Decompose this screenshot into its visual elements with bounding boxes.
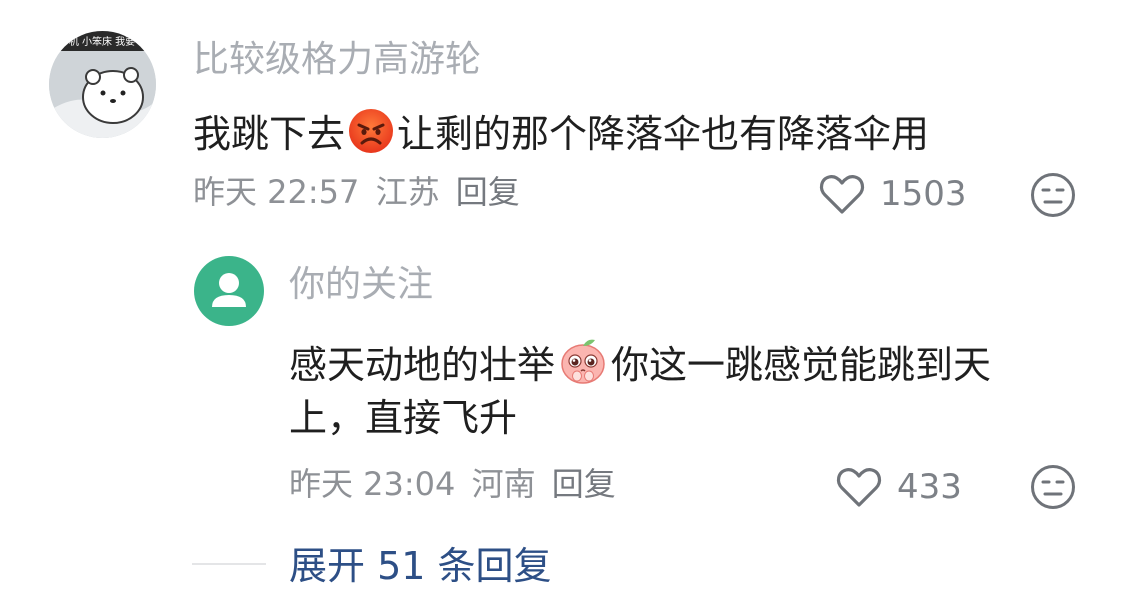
comment-meta: 昨天 22:57 江苏 回复: [193, 176, 526, 208]
like-button[interactable]: [818, 172, 866, 216]
heart-outline-icon: [836, 468, 882, 507]
comment-time: 昨天 22:57: [193, 173, 360, 211]
angry-face-emoji: [347, 107, 395, 161]
reply-username[interactable]: 你的关注: [289, 267, 433, 303]
reply-meta: 昨天 23:04 河南 回复: [289, 468, 622, 500]
reply-avatar[interactable]: [194, 256, 264, 326]
reply-reply-button[interactable]: 回复: [552, 465, 616, 503]
reply-text-line1: 感天动地的壮举 你这一跳感觉能跳到天: [289, 334, 991, 392]
avatar-caption: 机 小笨床 我要: [69, 35, 135, 48]
pleading-peach-emoji: [557, 334, 609, 392]
comment-text: 我跳下去 让剩的那个降落伞也有降落伞用: [193, 107, 929, 161]
reply-dislike-button[interactable]: [1029, 463, 1077, 511]
comment-username[interactable]: 比较级格力高游轮: [193, 42, 481, 78]
reply-like-button[interactable]: [835, 465, 883, 509]
comment-text-part2: 让剩的那个降落伞也有降落伞用: [397, 112, 930, 156]
heart-outline-icon: [819, 175, 865, 214]
reply-text-line2: 上，直接飞升: [289, 396, 518, 440]
reply-text-part2: 你这一跳感觉能跳到天: [611, 343, 992, 387]
person-icon: [212, 273, 246, 307]
comment-reply-button[interactable]: 回复: [456, 173, 520, 211]
reply-time: 昨天 23:04: [289, 465, 456, 503]
reply-like-count: 433: [897, 467, 962, 507]
avatar[interactable]: 机 小笨床 我要: [49, 31, 156, 138]
bear-avatar-image: 机 小笨床 我要: [49, 31, 156, 138]
comment-location: 江苏: [375, 173, 440, 211]
reply-text-part1: 感天动地的壮举: [289, 343, 556, 387]
expand-replies-button[interactable]: 展开 51 条回复: [289, 547, 552, 585]
dislike-button[interactable]: [1029, 171, 1077, 219]
like-count: 1503: [880, 174, 967, 214]
comment-text-part1: 我跳下去: [193, 112, 346, 156]
neutral-face-icon: [1031, 173, 1075, 217]
reply-location: 河南: [471, 465, 536, 503]
expand-divider: [192, 563, 266, 565]
neutral-face-icon: [1031, 465, 1075, 509]
